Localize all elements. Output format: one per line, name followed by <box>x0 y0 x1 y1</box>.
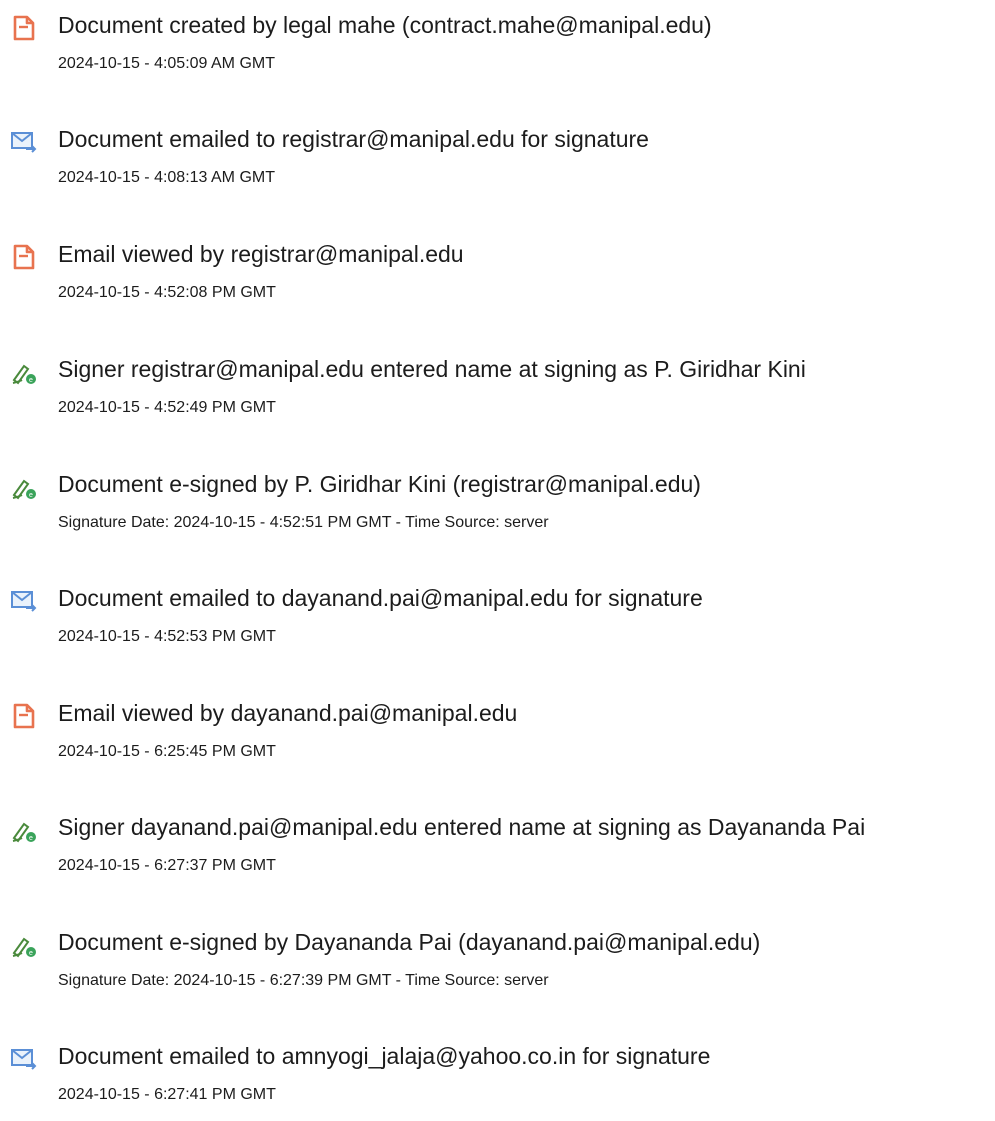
entry-title: Document created by legal mahe (contract… <box>58 12 712 38</box>
entry-title: Signer registrar@manipal.edu entered nam… <box>58 356 806 382</box>
log-entry: e Document e-signed by P. Giridhar Kini … <box>0 469 995 549</box>
svg-text:e: e <box>29 377 33 384</box>
entry-timestamp: 2024-10-15 - 6:27:37 PM GMT <box>58 857 276 874</box>
log-entry: e Signer dayanand.pai@manipal.edu entere… <box>0 812 995 892</box>
svg-text:e: e <box>29 835 33 842</box>
entry-title: Document emailed to amnyogi_jalaja@yahoo… <box>58 1043 711 1069</box>
e-sign-pen-icon: e <box>10 358 38 386</box>
entry-timestamp: 2024-10-15 - 4:08:13 AM GMT <box>58 169 275 186</box>
e-sign-pen-icon: e <box>10 473 38 501</box>
entry-timestamp: Signature Date: 2024-10-15 - 6:27:39 PM … <box>58 972 549 989</box>
log-entry: e Signer registrar@manipal.edu entered n… <box>0 354 995 434</box>
document-viewed-icon <box>10 702 38 730</box>
log-entry: Document created by legal mahe (contract… <box>0 10 995 90</box>
e-sign-pen-icon: e <box>10 931 38 959</box>
entry-title: Email viewed by dayanand.pai@manipal.edu <box>58 700 518 726</box>
log-entry: Email viewed by dayanand.pai@manipal.edu… <box>0 698 995 778</box>
entry-timestamp: 2024-10-15 - 4:05:09 AM GMT <box>58 55 275 72</box>
email-sent-icon <box>10 1045 38 1073</box>
entry-title: Signer dayanand.pai@manipal.edu entered … <box>58 814 866 840</box>
entry-title: Document emailed to registrar@manipal.ed… <box>58 126 649 152</box>
entry-title: Document e-signed by Dayananda Pai (daya… <box>58 929 761 955</box>
email-sent-icon <box>10 587 38 615</box>
log-entry: Email viewed by registrar@manipal.edu 20… <box>0 239 995 319</box>
log-entry: Document emailed to registrar@manipal.ed… <box>0 124 995 204</box>
entry-timestamp: 2024-10-15 - 4:52:49 PM GMT <box>58 399 276 416</box>
log-entry: e Document e-signed by Dayananda Pai (da… <box>0 927 995 1007</box>
entry-timestamp: 2024-10-15 - 6:25:45 PM GMT <box>58 743 276 760</box>
entry-title: Document emailed to dayanand.pai@manipal… <box>58 585 703 611</box>
log-entry: Document emailed to amnyogi_jalaja@yahoo… <box>0 1041 995 1121</box>
log-entry: Document emailed to dayanand.pai@manipal… <box>0 583 995 663</box>
entry-title: Document e-signed by P. Giridhar Kini (r… <box>58 471 701 497</box>
entry-title: Email viewed by registrar@manipal.edu <box>58 241 464 267</box>
email-sent-icon <box>10 128 38 156</box>
e-sign-pen-icon: e <box>10 816 38 844</box>
entry-timestamp: 2024-10-15 - 6:27:41 PM GMT <box>58 1086 276 1103</box>
svg-text:e: e <box>29 492 33 499</box>
document-created-icon <box>10 14 38 42</box>
entry-timestamp: 2024-10-15 - 4:52:08 PM GMT <box>58 284 276 301</box>
entry-timestamp: 2024-10-15 - 4:52:53 PM GMT <box>58 628 276 645</box>
svg-text:e: e <box>29 950 33 957</box>
entry-timestamp: Signature Date: 2024-10-15 - 4:52:51 PM … <box>58 514 549 531</box>
document-viewed-icon <box>10 243 38 271</box>
